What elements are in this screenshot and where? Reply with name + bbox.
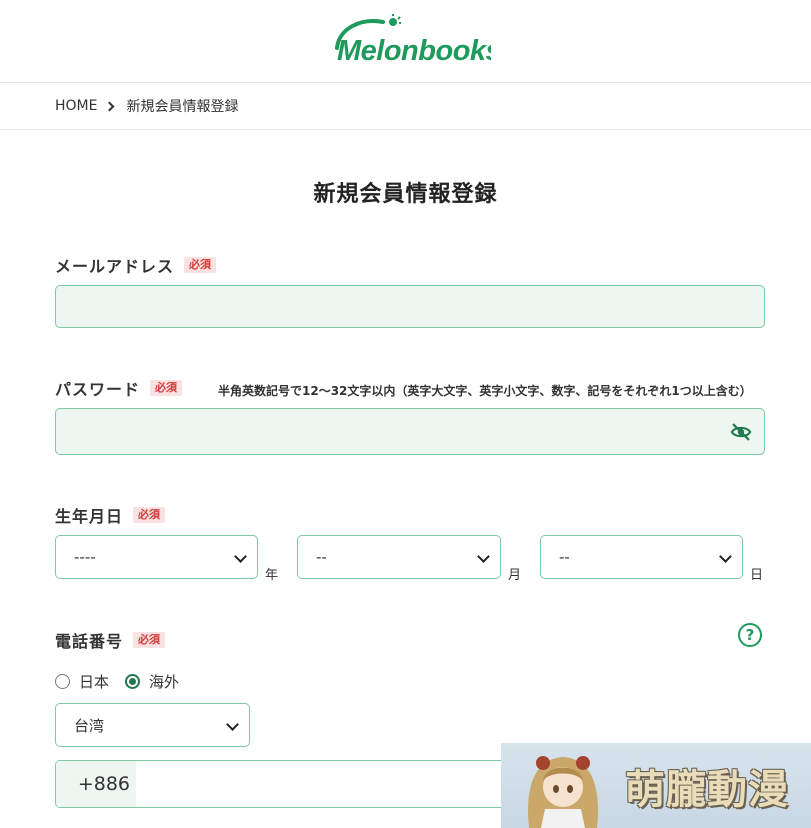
year-unit: 年 bbox=[265, 568, 279, 583]
question-circle-icon[interactable]: ? bbox=[738, 623, 762, 647]
birth-month-select[interactable]: -- bbox=[297, 535, 501, 579]
phone-label-row: 電話番号 必須 bbox=[55, 628, 166, 652]
melonbooks-logo[interactable]: Melonbooks bbox=[331, 14, 491, 66]
birth-year-value: ---- bbox=[74, 548, 96, 566]
phone-prefix: +886 bbox=[56, 761, 136, 807]
password-label: パスワード bbox=[55, 380, 141, 399]
svg-text:Melonbooks: Melonbooks bbox=[337, 35, 491, 66]
day-unit: 日 bbox=[750, 568, 764, 583]
breadcrumb-home-link[interactable]: HOME bbox=[55, 98, 97, 114]
country-value: 台湾 bbox=[74, 716, 105, 735]
month-unit: 月 bbox=[508, 568, 522, 583]
page-title: 新規会員情報登録 bbox=[313, 182, 498, 207]
chevron-down-icon bbox=[226, 718, 239, 731]
required-badge: 必須 bbox=[133, 507, 166, 523]
eye-slash-icon[interactable] bbox=[730, 421, 752, 443]
password-hint: 半角英数記号で12～32文字以内（英字大文字、英字小文字、数字、記号をそれぞれ1… bbox=[218, 384, 752, 398]
email-label: メールアドレス bbox=[55, 257, 175, 276]
password-label-row: パスワード 必須 bbox=[55, 376, 183, 400]
breadcrumb: HOME 新規会員情報登録 bbox=[0, 83, 811, 130]
radio-japan-label[interactable]: 日本 bbox=[79, 671, 109, 692]
radio-overseas[interactable] bbox=[125, 674, 141, 689]
chevron-down-icon bbox=[477, 550, 490, 563]
country-select[interactable]: 台湾 bbox=[55, 703, 250, 747]
phone-label: 電話番号 bbox=[55, 632, 124, 651]
birthdate-label-row: 生年月日 必須 bbox=[55, 503, 166, 527]
radio-overseas-label[interactable]: 海外 bbox=[149, 671, 179, 692]
birth-year-select[interactable]: ---- bbox=[55, 535, 258, 579]
password-input[interactable] bbox=[55, 408, 765, 455]
birth-day-value: -- bbox=[559, 548, 570, 566]
chevron-right-icon bbox=[105, 101, 115, 111]
required-badge: 必須 bbox=[150, 380, 183, 396]
phone-region-radios: 日本 海外 bbox=[55, 671, 195, 692]
required-badge: 必須 bbox=[184, 257, 217, 273]
breadcrumb-current: 新規会員情報登録 bbox=[126, 99, 239, 115]
chevron-down-icon bbox=[719, 550, 732, 563]
chevron-down-icon bbox=[234, 550, 247, 563]
watermark-text: 萌朧動漫 bbox=[625, 767, 789, 813]
required-badge: 必須 bbox=[133, 632, 166, 648]
birth-month-value: -- bbox=[316, 548, 327, 566]
birthdate-label: 生年月日 bbox=[55, 507, 124, 526]
radio-japan[interactable] bbox=[55, 674, 70, 689]
email-label-row: メールアドレス 必須 bbox=[55, 253, 217, 277]
site-header: Melonbooks bbox=[0, 0, 811, 83]
anime-character-image bbox=[528, 756, 598, 828]
email-input[interactable] bbox=[55, 285, 765, 328]
birth-day-select[interactable]: -- bbox=[540, 535, 743, 579]
watermark-banner: 萌朧動漫 bbox=[501, 743, 811, 828]
